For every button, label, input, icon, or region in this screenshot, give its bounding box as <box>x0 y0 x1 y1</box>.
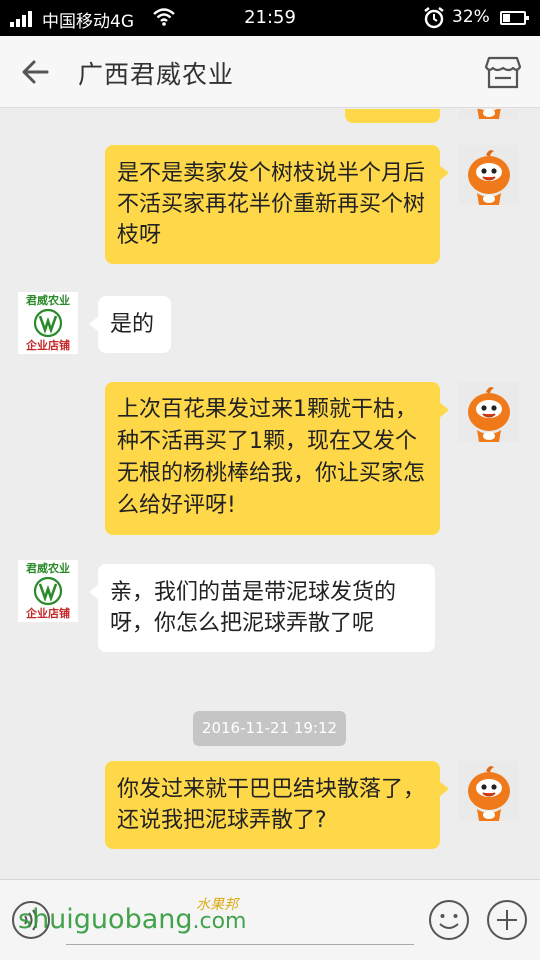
shop-avatar[interactable] <box>16 558 80 624</box>
battery-icon <box>500 11 529 25</box>
my-avatar[interactable] <box>459 761 519 822</box>
message-bubble-sent[interactable]: 上次百花果发过来1颗就干枯，种不活再买了1颗，现在又发个无根的杨桃棒给我，你让买… <box>105 382 449 535</box>
message-bubble-sent[interactable]: 你发过来就干巴巴结块散落了，还说我把泥球弄散了? <box>105 761 449 849</box>
message-input[interactable] <box>66 944 414 945</box>
message-text: 是不是卖家发个树枝说半个月后不活买家再花半价重新再买个树枝呀 <box>117 161 426 248</box>
message-text: 亲，我们的苗是带泥球发货的呀，你怎么把泥球弄散了呢 <box>110 580 397 636</box>
message-bubble-partial <box>345 109 440 123</box>
my-avatar[interactable] <box>459 109 519 120</box>
smiley-icon[interactable] <box>428 899 470 941</box>
status-bar: 中国移动4G 21:59 32% <box>0 0 540 36</box>
shop-logo-icon <box>16 290 80 356</box>
message-text: 是的 <box>110 312 155 337</box>
arrow-left-icon[interactable] <box>14 50 58 94</box>
mascot-icon <box>467 765 511 822</box>
shop-avatar[interactable] <box>16 290 80 356</box>
mascot-icon <box>467 149 511 206</box>
my-avatar[interactable] <box>459 382 519 443</box>
message-text: 上次百花果发过来1颗就干枯，种不活再买了1颗，现在又发个无根的杨桃棒给我，你让买… <box>117 397 426 518</box>
plus-icon[interactable] <box>486 899 528 941</box>
mascot-icon <box>467 386 511 443</box>
storefront-icon[interactable] <box>484 54 522 90</box>
input-bar: shuiguobang.com 水果邦 <box>0 879 540 960</box>
shop-logo-icon <box>16 558 80 624</box>
my-avatar[interactable] <box>459 145 519 206</box>
battery-percent: 32% <box>452 7 490 27</box>
message-bubble-sent[interactable]: 是不是卖家发个树枝说半个月后不活买家再花半价重新再买个树枝呀 <box>105 145 449 264</box>
watermark: shuiguobang.com 水果邦 <box>18 897 247 935</box>
message-bubble-received[interactable]: 是的 <box>89 296 171 353</box>
message-bubble-received[interactable]: 亲，我们的苗是带泥球发货的呀，你怎么把泥球弄散了呢 <box>89 564 435 652</box>
mascot-icon <box>467 109 511 120</box>
message-text: 你发过来就干巴巴结块散落了，还说我把泥球弄散了? <box>117 777 426 833</box>
page-title: 广西君威农业 <box>78 60 235 89</box>
message-list[interactable]: 是不是卖家发个树枝说半个月后不活买家再花半价重新再买个树枝呀 是的 上次百花果发… <box>0 109 540 879</box>
message-timestamp: 2016-11-21 19:12 <box>193 711 346 746</box>
chat-header: 广西君威农业 <box>0 36 540 108</box>
alarm-icon <box>424 7 444 29</box>
